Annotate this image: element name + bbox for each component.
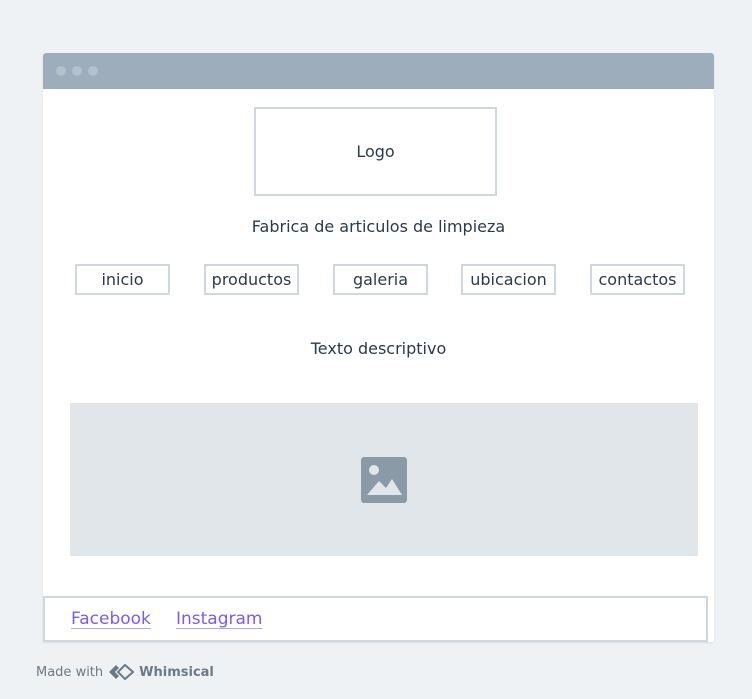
window-dot-icon — [88, 66, 98, 76]
footer: Facebook Instagram — [43, 596, 708, 642]
made-with-credit: Made with Whimsical — [36, 662, 214, 682]
image-placeholder — [70, 403, 698, 556]
nav-button-inicio[interactable]: inicio — [75, 264, 170, 295]
image-icon — [361, 456, 407, 503]
nav-button-ubicacion[interactable]: ubicacion — [461, 264, 556, 295]
logo-label: Logo — [356, 142, 395, 161]
window-dot-icon — [72, 66, 82, 76]
facebook-link[interactable]: Facebook — [71, 609, 151, 629]
window-dot-icon — [56, 66, 66, 76]
nav-button-productos[interactable]: productos — [204, 264, 299, 295]
window-titlebar — [43, 53, 714, 89]
browser-window: Logo Fabrica de articulos de limpieza in… — [43, 53, 714, 642]
credit-prefix: Made with — [36, 664, 104, 680]
logo-placeholder: Logo — [254, 107, 497, 196]
page-subtitle: Fabrica de articulos de limpieza — [251, 217, 506, 236]
whimsical-logo-icon — [109, 664, 135, 680]
nav-button-contactos[interactable]: contactos — [590, 264, 685, 295]
credit-brand: Whimsical — [139, 664, 214, 680]
description-text: Texto descriptivo — [310, 339, 447, 358]
nav-button-galeria[interactable]: galeria — [333, 264, 428, 295]
instagram-link[interactable]: Instagram — [176, 609, 263, 629]
